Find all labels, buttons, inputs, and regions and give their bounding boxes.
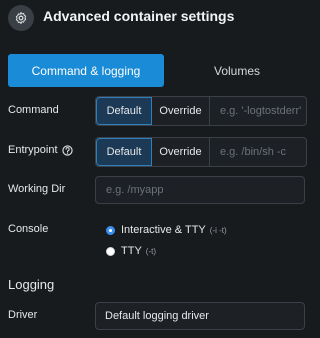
driver-label: Driver bbox=[8, 309, 38, 321]
console-option-tty[interactable]: TTY (-t) bbox=[106, 245, 156, 257]
tab-command-logging[interactable]: Command & logging bbox=[8, 54, 164, 87]
command-override-button[interactable]: Override bbox=[152, 97, 210, 125]
logging-section-title: Logging bbox=[8, 277, 55, 292]
entrypoint-input[interactable]: e.g. /bin/sh -c bbox=[210, 138, 306, 166]
help-icon[interactable] bbox=[61, 145, 73, 156]
command-label: Command bbox=[8, 104, 59, 116]
working-dir-label: Working Dir bbox=[8, 183, 66, 195]
page-title: Advanced container settings bbox=[43, 8, 235, 24]
console-option-interactive[interactable]: Interactive & TTY (-i -t) bbox=[106, 224, 227, 236]
entrypoint-override-button[interactable]: Override bbox=[152, 138, 210, 166]
command-default-button[interactable]: Default bbox=[96, 97, 152, 125]
tab-volumes[interactable]: Volumes bbox=[164, 54, 310, 87]
logging-driver-select[interactable]: Default logging driver bbox=[95, 302, 305, 330]
working-dir-input[interactable]: e.g. /myapp bbox=[95, 176, 305, 204]
console-option-hint: (-i -t) bbox=[209, 225, 227, 235]
console-option-hint: (-t) bbox=[145, 246, 156, 256]
panel-header: Advanced container settings bbox=[0, 0, 294, 34]
gear-icon bbox=[8, 5, 34, 31]
entrypoint-label: Entrypoint bbox=[8, 144, 58, 156]
entrypoint-label-row: Entrypoint bbox=[8, 144, 73, 156]
command-group: Default Override e.g. '-logtostderr' bbox=[95, 96, 307, 126]
console-option-label: Interactive & TTY bbox=[121, 224, 206, 236]
console-label: Console bbox=[8, 223, 49, 235]
entrypoint-default-button[interactable]: Default bbox=[96, 138, 152, 166]
radio-unselected-icon[interactable] bbox=[106, 246, 115, 256]
entrypoint-group: Default Override e.g. /bin/sh -c bbox=[95, 137, 307, 167]
command-input[interactable]: e.g. '-logtostderr' bbox=[210, 97, 306, 125]
console-option-label: TTY bbox=[121, 245, 142, 257]
radio-selected-icon[interactable] bbox=[106, 225, 115, 235]
